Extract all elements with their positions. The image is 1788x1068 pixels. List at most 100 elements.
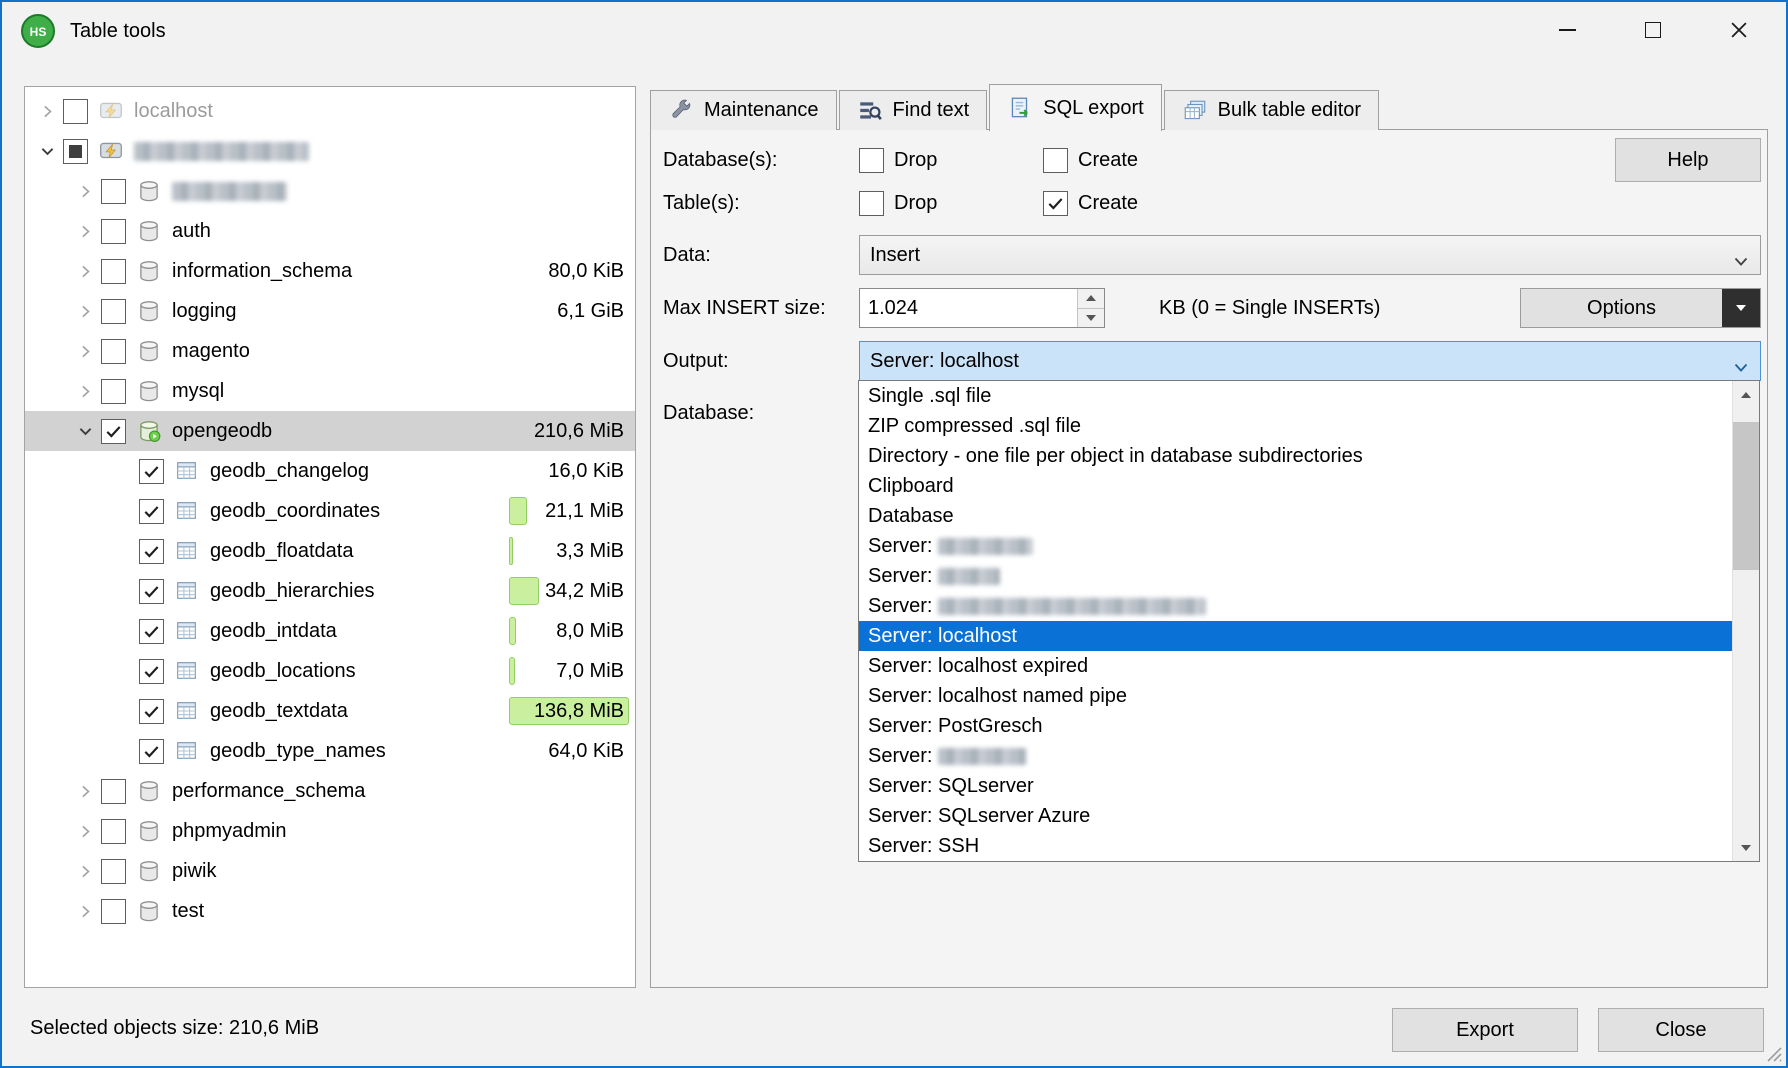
- chevron-collapsed-icon[interactable]: [69, 903, 101, 920]
- databases-drop-checkbox[interactable]: Drop: [859, 147, 937, 173]
- tree-checkbox[interactable]: [63, 99, 88, 124]
- chevron-collapsed-icon[interactable]: [69, 303, 101, 320]
- tree-checkbox[interactable]: [101, 899, 126, 924]
- tree-checkbox[interactable]: [139, 539, 164, 564]
- tree-row[interactable]: [25, 171, 635, 211]
- dropdown-option[interactable]: Server: localhost: [859, 621, 1732, 651]
- help-button[interactable]: Help: [1615, 138, 1761, 182]
- close-dialog-button[interactable]: Close: [1598, 1008, 1764, 1052]
- tree-checkbox[interactable]: [139, 699, 164, 724]
- scrollbar-track[interactable]: [1733, 408, 1759, 834]
- scroll-up-button[interactable]: [1733, 381, 1759, 408]
- chevron-collapsed-icon[interactable]: [69, 263, 101, 280]
- spinner-up-button[interactable]: [1077, 289, 1104, 308]
- chevron-collapsed-icon[interactable]: [69, 823, 101, 840]
- dropdown-option[interactable]: Server:: [859, 561, 1732, 591]
- tree-row[interactable]: opengeodb210,6 MiB: [25, 411, 635, 451]
- scroll-down-button[interactable]: [1733, 834, 1759, 861]
- chevron-collapsed-icon[interactable]: [69, 343, 101, 360]
- dropdown-option[interactable]: Server: localhost named pipe: [859, 681, 1732, 711]
- tree-row[interactable]: geodb_changelog16,0 KiB: [25, 451, 635, 491]
- dropdown-option[interactable]: Server:: [859, 741, 1732, 771]
- tree-row[interactable]: phpmyadmin: [25, 811, 635, 851]
- tab-bulk-table-editor[interactable]: Bulk table editor: [1164, 90, 1379, 130]
- checkbox[interactable]: [859, 148, 884, 173]
- export-button[interactable]: Export: [1392, 1008, 1578, 1052]
- checkbox[interactable]: [1043, 148, 1068, 173]
- dropdown-option[interactable]: Server: SQLserver: [859, 771, 1732, 801]
- chevron-expanded-icon[interactable]: [31, 143, 63, 160]
- tree-checkbox[interactable]: [101, 259, 126, 284]
- dropdown-option[interactable]: Server: PostGresch: [859, 711, 1732, 741]
- tree-row[interactable]: logging6,1 GiB: [25, 291, 635, 331]
- dropdown-option[interactable]: ZIP compressed .sql file: [859, 411, 1732, 441]
- checkbox[interactable]: [1043, 191, 1068, 216]
- tree-checkbox[interactable]: [139, 619, 164, 644]
- chevron-expanded-icon[interactable]: [69, 423, 101, 440]
- dropdown-option[interactable]: Server: localhost expired: [859, 651, 1732, 681]
- tab-sql-export[interactable]: SQL export: [989, 84, 1161, 131]
- tree-checkbox[interactable]: [101, 379, 126, 404]
- options-dropdown-button[interactable]: [1722, 289, 1760, 327]
- tree-checkbox[interactable]: [101, 339, 126, 364]
- tab-find-text[interactable]: Find text: [839, 90, 988, 130]
- dropdown-scrollbar[interactable]: [1732, 381, 1759, 861]
- dropdown-option[interactable]: Single .sql file: [859, 381, 1732, 411]
- databases-create-checkbox[interactable]: Create: [1043, 147, 1138, 173]
- tree-checkbox[interactable]: [139, 739, 164, 764]
- tree-row[interactable]: geodb_floatdata3,3 MiB: [25, 531, 635, 571]
- tree-row[interactable]: geodb_locations7,0 MiB: [25, 651, 635, 691]
- tree-checkbox[interactable]: [101, 299, 126, 324]
- tree-checkbox[interactable]: [101, 419, 126, 444]
- database-tree[interactable]: localhost authinformation_schema80,0 KiBl…: [24, 86, 636, 988]
- chevron-collapsed-icon[interactable]: [31, 103, 63, 120]
- tables-create-checkbox[interactable]: Create: [1043, 190, 1138, 216]
- tree-row[interactable]: geodb_intdata8,0 MiB: [25, 611, 635, 651]
- resize-grip[interactable]: [1761, 1041, 1783, 1063]
- checkbox[interactable]: [859, 191, 884, 216]
- max-insert-size-field[interactable]: [859, 288, 1105, 328]
- tree-row[interactable]: auth: [25, 211, 635, 251]
- tree-row[interactable]: piwik: [25, 851, 635, 891]
- max-insert-size-input[interactable]: [860, 289, 1077, 327]
- tree-row[interactable]: performance_schema: [25, 771, 635, 811]
- tree-checkbox[interactable]: [139, 579, 164, 604]
- tables-drop-checkbox[interactable]: Drop: [859, 190, 937, 216]
- minimize-button[interactable]: [1524, 2, 1610, 58]
- dropdown-option[interactable]: Server:: [859, 531, 1732, 561]
- close-button[interactable]: [1696, 2, 1782, 58]
- tree-row[interactable]: [25, 131, 635, 171]
- dropdown-option[interactable]: Directory - one file per object in datab…: [859, 441, 1732, 471]
- tree-row[interactable]: mysql: [25, 371, 635, 411]
- tree-row[interactable]: magento: [25, 331, 635, 371]
- tree-row[interactable]: geodb_textdata136,8 MiB: [25, 691, 635, 731]
- tree-checkbox[interactable]: [101, 859, 126, 884]
- spinner-down-button[interactable]: [1077, 308, 1104, 328]
- dropdown-option[interactable]: Clipboard: [859, 471, 1732, 501]
- tree-checkbox[interactable]: [101, 819, 126, 844]
- data-combobox[interactable]: Insert: [859, 235, 1761, 275]
- tab-maintenance[interactable]: Maintenance: [650, 90, 837, 130]
- tree-row[interactable]: localhost: [25, 91, 635, 131]
- tree-checkbox[interactable]: [101, 779, 126, 804]
- tree-checkbox[interactable]: [63, 139, 88, 164]
- dropdown-option[interactable]: Server:: [859, 591, 1732, 621]
- tree-row[interactable]: geodb_hierarchies34,2 MiB: [25, 571, 635, 611]
- chevron-collapsed-icon[interactable]: [69, 383, 101, 400]
- tree-checkbox[interactable]: [139, 499, 164, 524]
- titlebar[interactable]: HS Table tools: [2, 2, 1786, 60]
- tree-row[interactable]: geodb_coordinates21,1 MiB: [25, 491, 635, 531]
- dropdown-option[interactable]: Server: SQLserver Azure: [859, 801, 1732, 831]
- tree-checkbox[interactable]: [101, 219, 126, 244]
- maximize-button[interactable]: [1610, 2, 1696, 58]
- tree-row[interactable]: test: [25, 891, 635, 931]
- tree-row[interactable]: information_schema80,0 KiB: [25, 251, 635, 291]
- dropdown-option[interactable]: Database: [859, 501, 1732, 531]
- chevron-collapsed-icon[interactable]: [69, 863, 101, 880]
- dropdown-option[interactable]: Server: SSH: [859, 831, 1732, 861]
- chevron-collapsed-icon[interactable]: [69, 223, 101, 240]
- scrollbar-thumb[interactable]: [1733, 422, 1759, 570]
- tree-checkbox[interactable]: [139, 459, 164, 484]
- tree-checkbox[interactable]: [139, 659, 164, 684]
- options-button[interactable]: Options: [1520, 288, 1761, 328]
